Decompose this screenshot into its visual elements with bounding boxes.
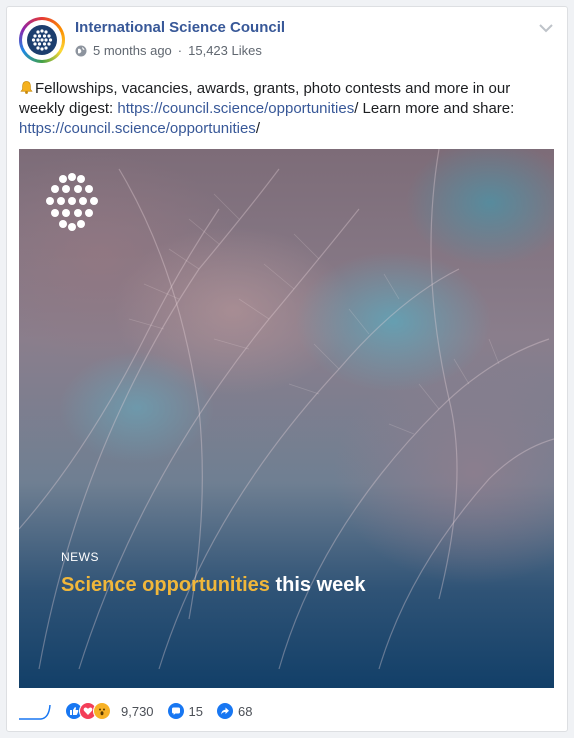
shares-count: 68 — [238, 703, 253, 719]
post-meta: 5 months ago · 15,423 Likes — [75, 43, 262, 58]
meta-separator: · — [177, 43, 183, 58]
image-headline: Science opportunities this week — [61, 574, 366, 597]
image-kicker: NEWS — [61, 550, 99, 564]
opportunities-link-1[interactable]: https://council.science/opportunities — [117, 100, 354, 117]
globe-icon — [75, 45, 87, 56]
comments-stat[interactable]: 15 — [167, 703, 204, 719]
wow-icon — [93, 702, 111, 720]
headline-rest: this week — [275, 574, 366, 596]
post-timestamp[interactable]: 5 months ago — [93, 43, 172, 58]
reactions-count[interactable]: 9,730 — [121, 704, 154, 719]
post-text-end: / — [255, 120, 260, 137]
page-name-link[interactable]: International Science Council — [75, 19, 285, 36]
bell-icon — [19, 79, 34, 99]
post-image[interactable]: NEWS Science opportunities this week — [19, 149, 554, 688]
comments-count: 15 — [188, 703, 204, 719]
insights-sparkline-icon[interactable] — [19, 701, 53, 721]
headline-highlight: Science opportunities — [61, 574, 270, 596]
page-avatar[interactable] — [19, 17, 65, 63]
comment-icon — [167, 703, 184, 719]
post-text: Fellowships, vacancies, awards, grants, … — [19, 79, 555, 139]
post-footer: 9,730 15 68 — [19, 699, 555, 723]
isc-logo-icon — [31, 29, 53, 51]
isc-image-logo-icon — [46, 173, 98, 231]
reaction-icons[interactable] — [65, 702, 111, 720]
page-likes-count: 15,423 Likes — [188, 43, 262, 58]
shares-stat[interactable]: 68 — [217, 703, 252, 719]
post-card: International Science Council 5 months a… — [6, 6, 568, 732]
opportunities-link-2[interactable]: https://council.science/opportunities — [19, 120, 256, 137]
share-icon — [217, 703, 234, 719]
post-header: International Science Council 5 months a… — [19, 17, 555, 69]
chevron-down-icon[interactable] — [537, 21, 555, 35]
post-text-mid: / Learn more and share: — [354, 100, 515, 117]
